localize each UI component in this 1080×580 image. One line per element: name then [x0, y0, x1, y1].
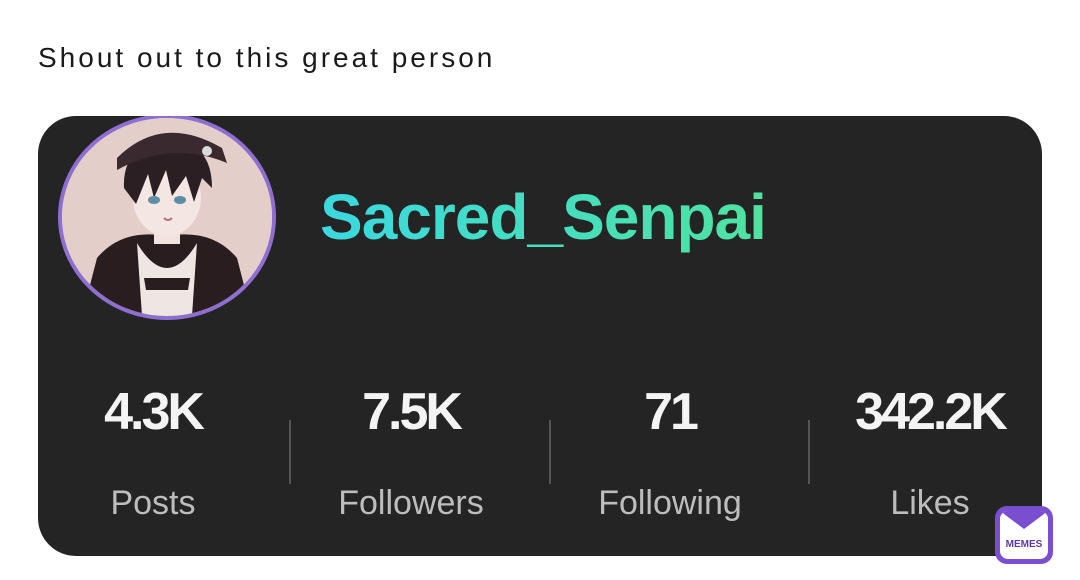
- stat-value: 342.2K: [855, 383, 1008, 441]
- stat-likes[interactable]: 342.2K Likes: [810, 380, 1042, 523]
- stat-label: Followers: [338, 484, 484, 522]
- caption: Shout out to this great person: [38, 42, 496, 73]
- memes-watermark: MEMES: [995, 506, 1053, 564]
- anime-avatar-icon: [62, 118, 272, 316]
- stats-row: 4.3K Posts 7.5K Followers 71 Following 3…: [38, 380, 1042, 530]
- stat-value: 7.5K: [362, 383, 463, 441]
- stat-posts[interactable]: 4.3K Posts: [38, 380, 273, 523]
- stat-following[interactable]: 71 Following: [550, 380, 790, 523]
- watermark-text: MEMES: [1005, 539, 1043, 550]
- stat-value: 4.3K: [104, 383, 205, 441]
- profile-card: Sacred_Senpai 4.3K Posts 7.5K Followers …: [38, 116, 1042, 556]
- stat-followers[interactable]: 7.5K Followers: [291, 380, 531, 523]
- envelope-flap-icon: [1000, 511, 1048, 529]
- username[interactable]: Sacred_Senpai: [320, 180, 767, 254]
- envelope-icon: MEMES: [1000, 511, 1048, 559]
- stat-label: Posts: [110, 484, 196, 522]
- stat-value: 71: [644, 383, 699, 441]
- stat-label: Following: [598, 484, 742, 522]
- avatar[interactable]: [58, 116, 276, 320]
